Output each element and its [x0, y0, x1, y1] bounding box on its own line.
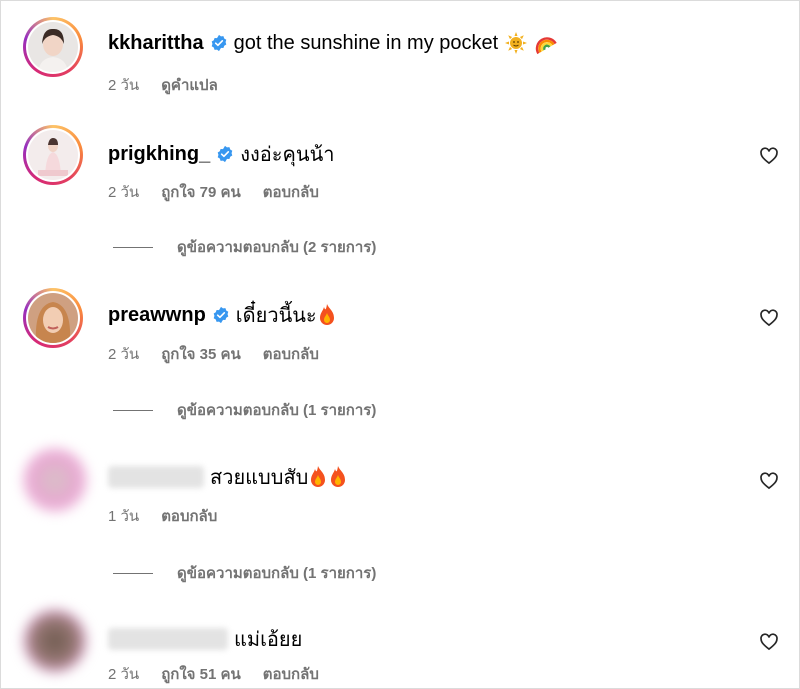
comment-meta: 2 วัน ถูกใจ 79 คน ตอบกลับ — [108, 180, 341, 204]
comment-username[interactable]: prigkhing_ — [108, 143, 210, 166]
comment-time: 1 วัน — [108, 508, 140, 525]
comment-meta: 2 วัน ถูกใจ 35 คน ตอบกลับ — [108, 342, 341, 366]
comment-time: 2 วัน — [108, 666, 140, 683]
comment-text: สวยแบบสับ — [210, 467, 309, 489]
replies-divider-line — [113, 246, 153, 248]
like-heart-icon[interactable] — [759, 146, 779, 166]
comment-text: แม่เอ้ยย — [234, 629, 303, 651]
likes-count-button[interactable]: ถูกใจ 79 คน — [161, 180, 241, 204]
avatar[interactable] — [23, 125, 83, 185]
like-heart-icon[interactable] — [759, 632, 779, 652]
comment-header: สวยแบบสับ — [108, 461, 348, 493]
avatar[interactable] — [23, 288, 83, 348]
replies-divider-line — [113, 572, 153, 574]
sun-emoji-icon — [505, 32, 528, 54]
rainbow-emoji-icon — [536, 37, 557, 55]
comment-username-blurred[interactable] — [108, 628, 228, 650]
replies-divider-line — [113, 409, 153, 411]
view-replies-button[interactable]: ดูข้อความตอบกลับ (1 รายการ) — [113, 398, 376, 422]
likes-count-button[interactable]: ถูกใจ 51 คน — [161, 662, 241, 686]
comment-time: 2 วัน — [108, 346, 140, 363]
verified-badge-icon — [217, 145, 233, 163]
avatar-photo — [28, 22, 78, 72]
avatar[interactable] — [23, 17, 83, 77]
verified-badge-icon — [211, 34, 226, 52]
comment-username[interactable]: preawwnp — [108, 304, 206, 327]
view-replies-label: ดูข้อความตอบกลับ (2 รายการ) — [177, 239, 377, 256]
view-replies-button[interactable]: ดูข้อความตอบกลับ (1 รายการ) — [113, 561, 376, 585]
view-replies-button[interactable]: ดูข้อความตอบกลับ (2 รายการ) — [113, 235, 376, 259]
comment-meta: 2 วัน ถูกใจ 51 คน ตอบกลับ — [108, 662, 341, 686]
comment-time: 2 วัน — [108, 184, 140, 201]
view-replies-label: ดูข้อความตอบกลับ (1 รายการ) — [177, 565, 377, 582]
comments-panel: kkharittha got the sunshine in my pocket — [0, 0, 800, 689]
reply-button[interactable]: ตอบกลับ — [161, 504, 217, 528]
verified-badge-icon — [213, 306, 229, 324]
comment-username-blurred[interactable] — [108, 466, 204, 488]
comment-header: preawwnp เดี๋ยวนี้นะ — [108, 299, 337, 331]
comment-text: got the sunshine in my pocket — [233, 31, 499, 54]
fire-emoji-icon — [331, 466, 346, 487]
avatar-blurred[interactable] — [23, 609, 87, 673]
comment-username[interactable]: kkharittha — [108, 32, 204, 55]
comment-time: 2 วัน — [108, 77, 140, 94]
view-replies-label: ดูข้อความตอบกลับ (1 รายการ) — [177, 402, 377, 419]
like-heart-icon[interactable] — [759, 308, 779, 328]
likes-count-button[interactable]: ถูกใจ 35 คน — [161, 342, 241, 366]
avatar-blurred[interactable] — [23, 448, 87, 512]
reply-button[interactable]: ตอบกลับ — [263, 342, 319, 366]
comment-text: เดี๋ยวนี้นะ — [235, 305, 317, 327]
reply-button[interactable]: ตอบกลับ — [263, 662, 319, 686]
fire-emoji-icon — [319, 304, 334, 325]
avatar-photo — [28, 293, 78, 343]
comment-header: prigkhing_ งงอ่ะคุนน้า — [108, 138, 334, 170]
reply-button[interactable]: ตอบกลับ — [263, 180, 319, 204]
comment-meta: 1 วัน ตอบกลับ — [108, 504, 239, 528]
comment-text: งงอ่ะคุนน้า — [240, 144, 335, 166]
fire-emoji-icon — [311, 466, 326, 487]
like-heart-icon[interactable] — [759, 471, 779, 491]
see-translation-button[interactable]: ดูคำแปล — [161, 73, 218, 97]
avatar-photo — [28, 130, 78, 180]
comment-header: แม่เอ้ยย — [108, 623, 302, 655]
comment-header: kkharittha got the sunshine in my pocket — [108, 31, 558, 55]
comment-meta: 2 วัน ดูคำแปล — [108, 73, 240, 97]
